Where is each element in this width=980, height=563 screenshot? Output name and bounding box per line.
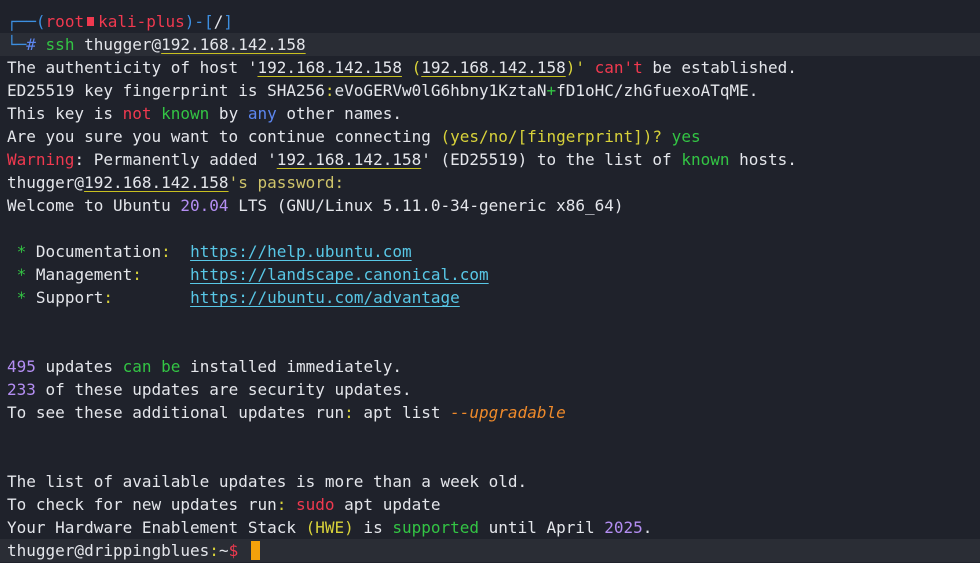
prompt-user: root [45, 12, 85, 31]
fingerprint-line: ED25519 key fingerprint is SHA256:eVoGER… [7, 81, 759, 100]
management-link[interactable]: https://landscape.canonical.com [190, 265, 489, 284]
updates-count-line: 495 updates can be installed immediately… [7, 357, 402, 376]
remote-dollar: $ [228, 541, 239, 560]
command-target-ip: 192.168.142.158 [161, 35, 306, 54]
remote-prompt-line[interactable]: thugger@drippingblues:~$ [0, 539, 980, 562]
warning-line: Warning: Permanently added '192.168.142.… [7, 150, 797, 169]
prompt-host: kali-plus [98, 12, 185, 31]
security-updates-line: 233 of these updates are security update… [7, 380, 412, 399]
apt-update-line: To check for new updates run: sudo apt u… [7, 495, 441, 514]
link-row: * Management: https://landscape.canonica… [16, 265, 489, 284]
link-row: * Documentation: https://help.ubuntu.com [16, 242, 412, 261]
welcome-line: Welcome to Ubuntu 20.04 LTS (GNU/Linux 5… [7, 196, 624, 215]
password-prompt-line: thugger@192.168.142.158's password: [7, 173, 345, 192]
bullet-star-icon: * [16, 242, 27, 261]
remote-userhost: thugger@drippingblues [7, 541, 210, 560]
command-line: └─# ssh thugger@192.168.142.158 [0, 33, 980, 56]
bullet-star-icon: * [16, 265, 27, 284]
terminal-cursor[interactable] [250, 541, 260, 560]
command-target-user: thugger@ [84, 35, 162, 54]
confirm-line: Are you sure you want to continue connec… [7, 127, 701, 146]
command-name: ssh [45, 35, 75, 54]
hwe-line: Your Hardware Enablement Stack (HWE) is … [7, 518, 653, 537]
notice-line: The list of available updates is more th… [7, 472, 528, 491]
skull-icon [87, 17, 95, 26]
remote-path: ~ [218, 541, 229, 560]
support-link[interactable]: https://ubuntu.com/advantage [190, 288, 460, 307]
terminal-window[interactable]: ┌──(root kali-plus)-[/] └─# ssh thugger@1… [0, 0, 980, 563]
key-not-known-line: This key is not known by any other names… [7, 104, 402, 123]
prompt-corner-bottom: └─ [7, 35, 27, 54]
apt-list-line: To see these additional updates run: apt… [7, 403, 566, 422]
auth-line: The authenticity of host '192.168.142.15… [7, 58, 797, 77]
documentation-link[interactable]: https://help.ubuntu.com [190, 242, 412, 261]
prompt-corner-top: ┌── [7, 12, 36, 31]
link-row: * Support: https://ubuntu.com/advantage [16, 288, 460, 307]
bullet-star-icon: * [16, 288, 27, 307]
prompt-hash: # [26, 35, 36, 54]
prompt-header-line: ┌──(root kali-plus)-[/] [7, 12, 233, 31]
prompt-cwd: / [213, 12, 224, 31]
